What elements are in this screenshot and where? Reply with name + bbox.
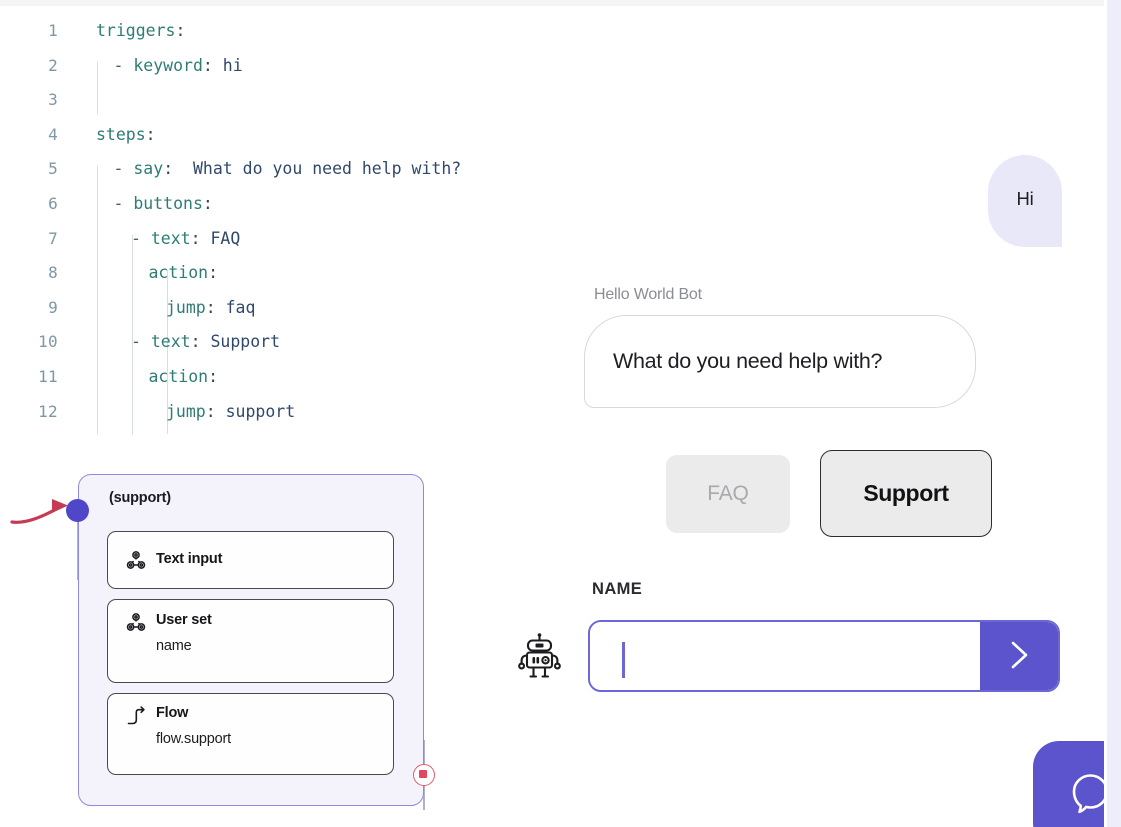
code-text: jump: faq bbox=[96, 291, 255, 326]
code-text: triggers: bbox=[96, 14, 185, 49]
code-token-dash: - bbox=[131, 229, 151, 248]
line-number: 6 bbox=[0, 187, 58, 222]
code-token-key: text bbox=[151, 332, 191, 351]
code-token-key: say bbox=[133, 159, 163, 178]
right-edge-strip bbox=[1107, 0, 1121, 827]
line-number: 8 bbox=[0, 256, 58, 291]
code-text: - say: What do you need help with? bbox=[96, 152, 461, 187]
code-token-val: What do you need help with? bbox=[193, 159, 461, 178]
code-text: action: bbox=[96, 256, 218, 291]
flow-card-subtitle: name bbox=[156, 638, 191, 654]
text-cursor bbox=[622, 642, 625, 678]
input-field-label: NAME bbox=[592, 580, 642, 599]
code-token-key: jump bbox=[166, 298, 206, 317]
flow-card-flow[interactable]: Flow flow.support bbox=[107, 693, 394, 775]
flow-panel-title: (support) bbox=[109, 490, 171, 506]
code-token-plain: : bbox=[203, 56, 223, 75]
code-token-plain: : bbox=[163, 159, 193, 178]
code-token-key: action bbox=[149, 263, 209, 282]
code-token-plain: : bbox=[175, 21, 185, 40]
code-token-plain: : bbox=[203, 194, 213, 213]
chevron-right-icon bbox=[1002, 635, 1036, 678]
flow-card-text-input[interactable]: Text input bbox=[107, 531, 394, 589]
flow-card-title: Flow bbox=[156, 705, 188, 721]
line-number: 10 bbox=[0, 325, 58, 360]
code-line[interactable]: 3 bbox=[0, 83, 600, 118]
flow-card-title: Text input bbox=[156, 551, 222, 567]
flow-stop-node[interactable] bbox=[413, 764, 435, 786]
code-token-key: triggers bbox=[96, 21, 175, 40]
flow-node-panel[interactable]: (support) Text input bbox=[78, 474, 424, 806]
code-text: steps: bbox=[96, 118, 156, 153]
quick-reply-faq[interactable]: FAQ bbox=[666, 455, 790, 533]
robot-icon bbox=[512, 628, 567, 683]
code-token-plain: : bbox=[191, 332, 211, 351]
line-number: 2 bbox=[0, 49, 58, 84]
chat-text-input[interactable] bbox=[590, 622, 980, 690]
nodes-cluster-icon bbox=[124, 611, 148, 635]
line-number: 4 bbox=[0, 118, 58, 153]
line-number: 3 bbox=[0, 83, 58, 118]
code-token-plain: : bbox=[208, 367, 218, 386]
flow-card-title: User set bbox=[156, 612, 212, 628]
chat-user-message: Hi bbox=[988, 188, 1062, 210]
line-number: 1 bbox=[0, 14, 58, 49]
line-number: 5 bbox=[0, 152, 58, 187]
code-token-dash: - bbox=[131, 332, 151, 351]
code-token-plain: : bbox=[206, 298, 226, 317]
code-text: - buttons: bbox=[96, 187, 213, 222]
flow-arrow-icon bbox=[124, 705, 148, 729]
code-token-plain: : bbox=[191, 229, 211, 248]
code-token-dash: - bbox=[114, 159, 134, 178]
code-token-val: hi bbox=[223, 56, 243, 75]
chat-bot-bubble: What do you need help with? bbox=[584, 315, 976, 408]
code-line[interactable]: 2 - keyword: hi bbox=[0, 49, 600, 84]
code-token-val: faq bbox=[226, 298, 256, 317]
code-token-val: support bbox=[226, 402, 296, 421]
code-text: - text: FAQ bbox=[96, 222, 240, 257]
code-text: action: bbox=[96, 360, 218, 395]
line-number: 11 bbox=[0, 360, 58, 395]
flow-card-subtitle: flow.support bbox=[156, 731, 231, 747]
chat-input-shell[interactable] bbox=[588, 620, 1060, 692]
line-number: 7 bbox=[0, 222, 58, 257]
code-token-plain: : bbox=[146, 125, 156, 144]
code-token-key: keyword bbox=[133, 56, 203, 75]
code-token-key: jump bbox=[166, 402, 206, 421]
line-number: 12 bbox=[0, 395, 58, 430]
code-token-plain: : bbox=[208, 263, 218, 282]
right-edge-gap bbox=[1104, 0, 1107, 827]
chat-bot-name: Hello World Bot bbox=[594, 286, 702, 304]
code-token-plain: : bbox=[206, 402, 226, 421]
chat-bot-message: What do you need help with? bbox=[613, 349, 882, 374]
code-token-key: steps bbox=[96, 125, 146, 144]
code-token-key: text bbox=[151, 229, 191, 248]
line-number: 9 bbox=[0, 291, 58, 326]
code-text: jump: support bbox=[96, 395, 295, 430]
code-token-val: Support bbox=[211, 332, 281, 351]
code-token-val: FAQ bbox=[211, 229, 241, 248]
quick-reply-support[interactable]: Support bbox=[820, 450, 992, 537]
chat-preview-pane: Hi Hello World Bot What do you need help… bbox=[500, 130, 1100, 730]
send-button[interactable] bbox=[980, 622, 1058, 690]
code-text: - text: Support bbox=[96, 325, 280, 360]
annotation-arrow-icon bbox=[8, 494, 80, 530]
code-token-key: buttons bbox=[133, 194, 203, 213]
code-token-dash: - bbox=[114, 56, 134, 75]
code-text: - keyword: hi bbox=[96, 49, 243, 84]
app-canvas: 1 triggers: 2 - keyword: hi 34 steps: 5 - say: … bbox=[0, 0, 1121, 827]
nodes-cluster-icon bbox=[124, 549, 148, 573]
code-token-dash: - bbox=[114, 194, 134, 213]
code-token-key: action bbox=[149, 367, 209, 386]
chat-user-bubble: Hi bbox=[988, 155, 1062, 247]
code-line[interactable]: 1 triggers: bbox=[0, 14, 600, 49]
top-divider bbox=[0, 0, 1121, 6]
flow-card-user-set[interactable]: User set name bbox=[107, 599, 394, 683]
